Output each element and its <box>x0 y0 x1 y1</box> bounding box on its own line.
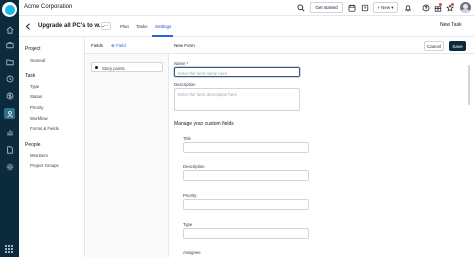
chevron-down-icon: ▾ <box>391 4 394 10</box>
form-title: New Form <box>174 43 195 48</box>
section-title-task: Task <box>25 73 36 79</box>
add-field-button[interactable]: ⊕ Field <box>111 43 126 49</box>
new-form-panel: New Form Cancel Save Name * Enter the fo… <box>169 37 474 257</box>
cancel-button[interactable]: Cancel <box>424 41 444 51</box>
settings-sidebar: Project General Task Type Status Priorit… <box>19 37 85 257</box>
chart-icon[interactable] <box>4 126 15 137</box>
section-title-people: People <box>25 142 41 148</box>
timer-icon[interactable] <box>360 3 369 12</box>
briefcase-icon[interactable] <box>4 39 15 50</box>
custom-field-label-type: Type <box>183 222 193 227</box>
custom-field-priority-input[interactable] <box>183 199 309 210</box>
new-task-button[interactable]: New Task <box>440 22 462 28</box>
sidebar-item-project-groups[interactable]: Project Groups <box>30 163 59 168</box>
sidebar-item-members[interactable]: Members <box>30 153 48 158</box>
app-logo[interactable] <box>2 2 17 17</box>
sidebar-item-forms-fields[interactable]: Forms & Fields <box>30 126 59 131</box>
project-header: Upgrade all PC's to w... ··· Plan Tasks … <box>19 16 474 37</box>
get-started-button[interactable]: Get started <box>310 2 343 13</box>
sidebar-item-workflow[interactable]: Workflow <box>30 116 48 121</box>
form-description-label: Description <box>174 82 196 87</box>
sidebar-item-type[interactable]: Type <box>30 84 39 89</box>
project-name[interactable]: Upgrade all PC's to w... <box>38 23 104 29</box>
custom-field-description-input[interactable] <box>183 170 309 181</box>
fields-header: Fields ⊕ Field <box>85 37 169 54</box>
section-title-project: Project <box>25 46 41 52</box>
form-name-label: Name * <box>174 61 189 66</box>
custom-field-type-input[interactable] <box>183 228 309 239</box>
drag-handle-icon[interactable] <box>95 66 98 69</box>
custom-field-label-description: Description <box>183 164 205 169</box>
form-description-placeholder: Enter the form description here <box>178 91 237 97</box>
plus-icon: + <box>377 5 381 10</box>
new-label: New <box>381 5 391 10</box>
sidebar-item-general[interactable]: General <box>30 58 45 63</box>
bell-icon[interactable] <box>403 3 412 12</box>
back-arrow-icon[interactable] <box>25 23 31 30</box>
form-name-placeholder: Enter the form name here <box>178 70 227 76</box>
custom-field-label-priority: Priority <box>183 193 197 198</box>
fields-panel: Fields ⊕ Field Story points <box>85 37 169 257</box>
home-icon[interactable] <box>4 24 15 35</box>
fields-title: Fields <box>91 43 104 48</box>
more-options-button[interactable]: ··· <box>101 22 111 30</box>
custom-field-title-input[interactable] <box>183 142 309 153</box>
apps-grid-icon[interactable] <box>5 245 13 253</box>
tab-tasks[interactable]: Tasks <box>136 24 148 29</box>
form-header: New Form Cancel Save <box>169 37 474 54</box>
field-item-story-points[interactable]: Story points <box>91 62 163 72</box>
help-icon[interactable] <box>421 3 430 12</box>
notification-dot <box>439 3 442 6</box>
scrollbar[interactable] <box>467 55 471 255</box>
field-item-label: Story points <box>102 65 125 71</box>
tab-plan[interactable]: Plan <box>120 24 129 29</box>
file-icon[interactable] <box>4 144 15 155</box>
top-bar: Acme Corporation Get started + New ▾ <box>19 0 474 16</box>
form-description-input[interactable]: Enter the form description here <box>174 88 300 111</box>
clock-icon[interactable] <box>4 73 15 84</box>
custom-field-label-assignee: Assignee <box>183 250 201 255</box>
sidebar-item-priority[interactable]: Priority <box>30 105 43 110</box>
custom-fields-title: Manage your custom fields <box>174 121 234 127</box>
notification-dot <box>451 3 454 6</box>
tab-settings[interactable]: Settings <box>155 24 171 29</box>
gear-icon[interactable] <box>4 161 15 172</box>
nav-rail <box>0 0 19 257</box>
search-icon[interactable] <box>296 3 305 12</box>
calendar-icon[interactable] <box>347 3 356 12</box>
avatar[interactable] <box>460 2 471 13</box>
custom-field-label-title: Title <box>183 136 191 141</box>
folder-icon[interactable] <box>4 56 15 67</box>
new-dropdown-button[interactable]: + New ▾ <box>373 2 398 13</box>
form-name-input[interactable]: Enter the form name here <box>174 67 300 77</box>
people-icon[interactable] <box>4 108 15 119</box>
sidebar-item-status[interactable]: Status <box>30 94 42 99</box>
dollar-icon[interactable] <box>4 90 15 101</box>
org-name[interactable]: Acme Corporation <box>24 4 72 10</box>
save-button[interactable]: Save <box>449 41 466 51</box>
